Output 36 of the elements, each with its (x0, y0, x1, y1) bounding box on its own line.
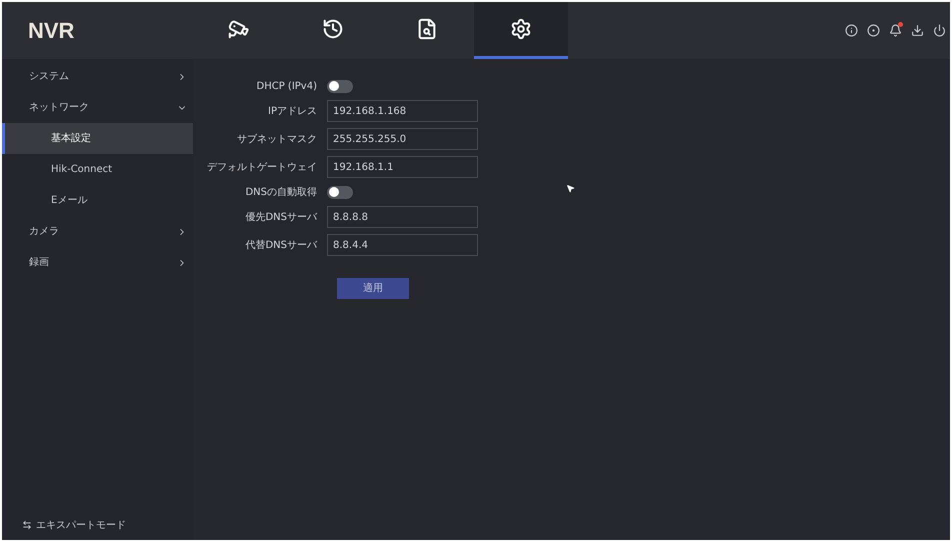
field-label: 優先DNSサーバ (244, 210, 318, 224)
input-field[interactable]: 192.168.1.168 (327, 100, 478, 122)
switch-icon (22, 520, 32, 530)
input-field[interactable]: 192.168.1.1 (327, 156, 478, 178)
input-field[interactable]: 255.255.255.0 (327, 128, 478, 150)
toggle-switch[interactable] (327, 80, 353, 92)
expert-mode-link[interactable]: エキスパートモード (36, 518, 126, 532)
info-icon[interactable] (845, 24, 858, 37)
sidebar-subitem[interactable]: Hik-Connect (2, 154, 193, 185)
field-label: 代替DNSサーバ (244, 238, 318, 252)
sidebar-item[interactable]: ネットワーク (2, 92, 193, 123)
input-field[interactable]: 8.8.8.8 (327, 206, 478, 228)
sidebar-item[interactable]: システム (2, 61, 193, 92)
field-label: DNSの自動取得 (244, 186, 318, 200)
logo: NVR (27, 17, 76, 45)
power-icon[interactable] (933, 24, 946, 37)
sidebar-item[interactable]: カメラ (2, 216, 193, 247)
input-field[interactable]: 8.8.4.4 (327, 234, 478, 256)
record-icon[interactable] (867, 24, 880, 37)
bell-icon[interactable] (889, 24, 902, 37)
field-label: サブネットマスク (236, 132, 318, 146)
camera-icon (228, 18, 250, 40)
playback-icon (322, 18, 344, 40)
sidebar-subitem[interactable]: 基本設定 (2, 123, 193, 154)
field-label: デフォルトゲートウェイ (206, 160, 318, 174)
file-search-icon (416, 18, 438, 40)
field-label: IPアドレス (267, 104, 318, 118)
toggle-switch[interactable] (327, 186, 353, 198)
nav-tab[interactable] (474, 2, 568, 59)
sidebar-item[interactable]: 録画 (2, 247, 193, 278)
apply-button[interactable]: 適用 (337, 278, 409, 299)
download-icon[interactable] (911, 24, 924, 37)
mouse-cursor-icon (566, 184, 575, 193)
field-label: DHCP (IPv4) (256, 80, 318, 94)
sidebar-subitem[interactable]: Eメール (2, 185, 193, 216)
settings-icon (510, 18, 532, 40)
